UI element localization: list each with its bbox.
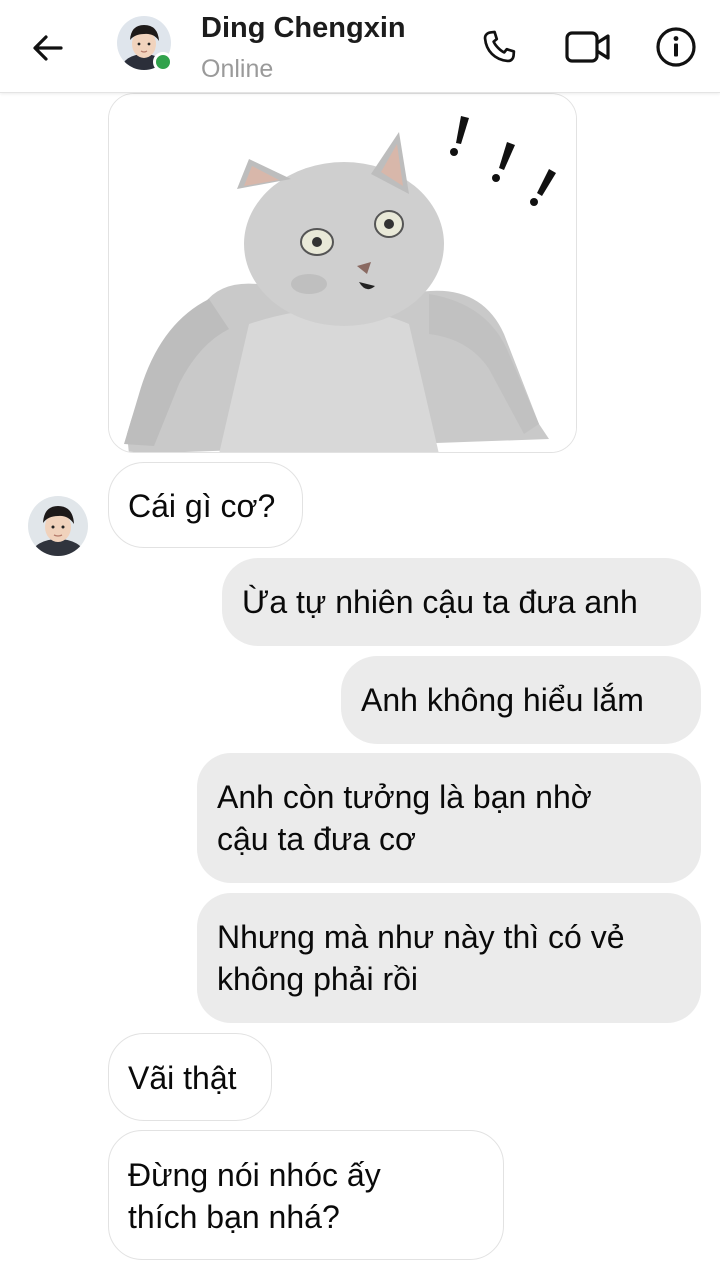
contact-name[interactable]: Ding Chengxin [201, 12, 406, 45]
outgoing-message[interactable]: Anh còn tưởng là bạn nhờ cậu ta đưa cơ [197, 753, 701, 883]
online-indicator [153, 52, 173, 72]
incoming-message[interactable]: Cái gì cơ? [108, 462, 303, 548]
message-text: Anh không hiểu lắm [361, 682, 644, 718]
message-text: Cái gì cơ? [128, 488, 276, 524]
voice-call-button[interactable] [474, 22, 524, 72]
outgoing-message[interactable]: Ừa tự nhiên cậu ta đưa anh [222, 558, 701, 646]
message-text-line: Anh còn tưởng là bạn nhờ [217, 779, 592, 815]
message-text-line: thích bạn nhá? [128, 1199, 340, 1235]
message-text: Vãi thật [128, 1060, 237, 1096]
cat-sticker[interactable] [108, 93, 577, 453]
back-button[interactable] [24, 24, 72, 72]
incoming-message[interactable]: Vãi thật [108, 1033, 272, 1121]
message-text-line: Đừng nói nhóc ấy [128, 1157, 381, 1193]
arrow-left-icon [33, 35, 63, 61]
message-text: Ừa tự nhiên cậu ta đưa anh [242, 584, 638, 620]
phone-icon [483, 30, 516, 63]
message-text-line: Nhưng mà như này thì có vẻ [217, 919, 625, 955]
contact-avatar[interactable] [117, 16, 173, 72]
info-button[interactable] [651, 22, 701, 72]
video-call-button[interactable] [563, 22, 613, 72]
incoming-message[interactable]: Đừng nói nhóc ấy thích bạn nhá? [108, 1130, 504, 1260]
outgoing-message[interactable]: Nhưng mà như này thì có vẻ không phải rồ… [197, 893, 701, 1023]
contact-status: Online [201, 55, 274, 83]
info-icon [656, 27, 696, 67]
message-text-line: cậu ta đưa cơ [217, 821, 416, 857]
video-camera-icon [565, 31, 610, 63]
sender-avatar[interactable] [28, 496, 88, 556]
chat-header: Ding Chengxin Online [0, 0, 720, 93]
outgoing-message[interactable]: Anh không hiểu lắm [341, 656, 701, 744]
message-text-line: không phải rồi [217, 961, 419, 997]
